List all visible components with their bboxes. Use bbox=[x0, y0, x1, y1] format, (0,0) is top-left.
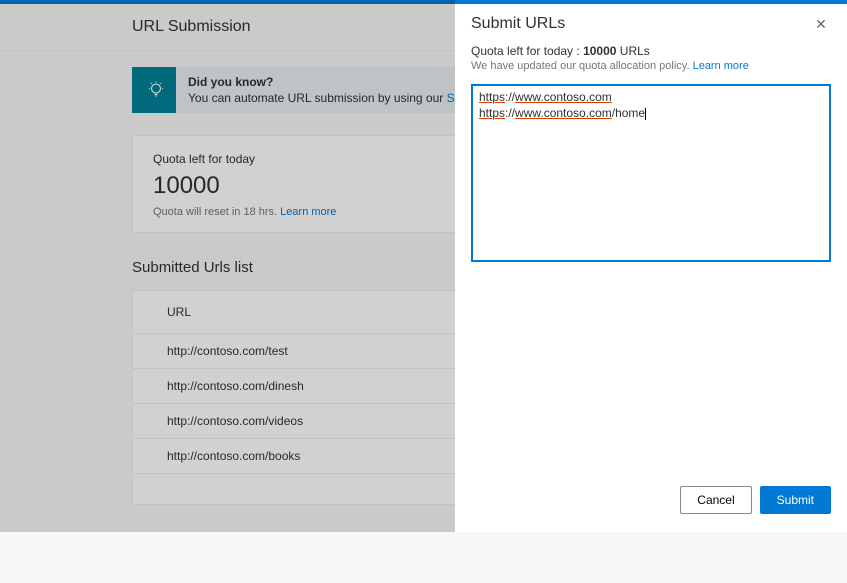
panel-quota-value: 10000 bbox=[583, 44, 616, 58]
panel-learn-more-link[interactable]: Learn more bbox=[693, 60, 749, 72]
url-input-line: https://www.contoso.com bbox=[479, 90, 823, 106]
panel-content: Quota left for today : 10000 URLs We hav… bbox=[455, 44, 847, 474]
url-sep: :// bbox=[505, 90, 515, 104]
panel-policy-line: We have updated our quota allocation pol… bbox=[471, 60, 831, 72]
url-scheme: https bbox=[479, 106, 505, 120]
panel-header: Submit URLs ✕ bbox=[455, 4, 847, 44]
panel-policy-text: We have updated our quota allocation pol… bbox=[471, 60, 693, 72]
panel-quota-prefix: Quota left for today : bbox=[471, 44, 583, 58]
close-icon: ✕ bbox=[815, 16, 827, 33]
panel-footer: Cancel Submit bbox=[455, 474, 847, 532]
close-button[interactable]: ✕ bbox=[811, 14, 831, 34]
panel-quota-suffix: URLs bbox=[616, 44, 649, 58]
url-scheme: https bbox=[479, 90, 505, 104]
submit-button[interactable]: Submit bbox=[760, 486, 831, 514]
submit-panel: Submit URLs ✕ Quota left for today : 100… bbox=[455, 0, 847, 532]
url-domain: www.contoso.com bbox=[515, 90, 612, 104]
panel-quota-line: Quota left for today : 10000 URLs bbox=[471, 44, 831, 58]
cancel-button[interactable]: Cancel bbox=[680, 486, 751, 514]
url-domain: www.contoso.com bbox=[515, 106, 612, 120]
text-caret bbox=[645, 108, 646, 120]
url-path: /home bbox=[612, 106, 645, 120]
url-sep: :// bbox=[505, 106, 515, 120]
panel-title: Submit URLs bbox=[471, 15, 565, 33]
url-input-line: https://www.contoso.com/home bbox=[479, 106, 823, 122]
url-textarea[interactable]: https://www.contoso.com https://www.cont… bbox=[471, 84, 831, 262]
